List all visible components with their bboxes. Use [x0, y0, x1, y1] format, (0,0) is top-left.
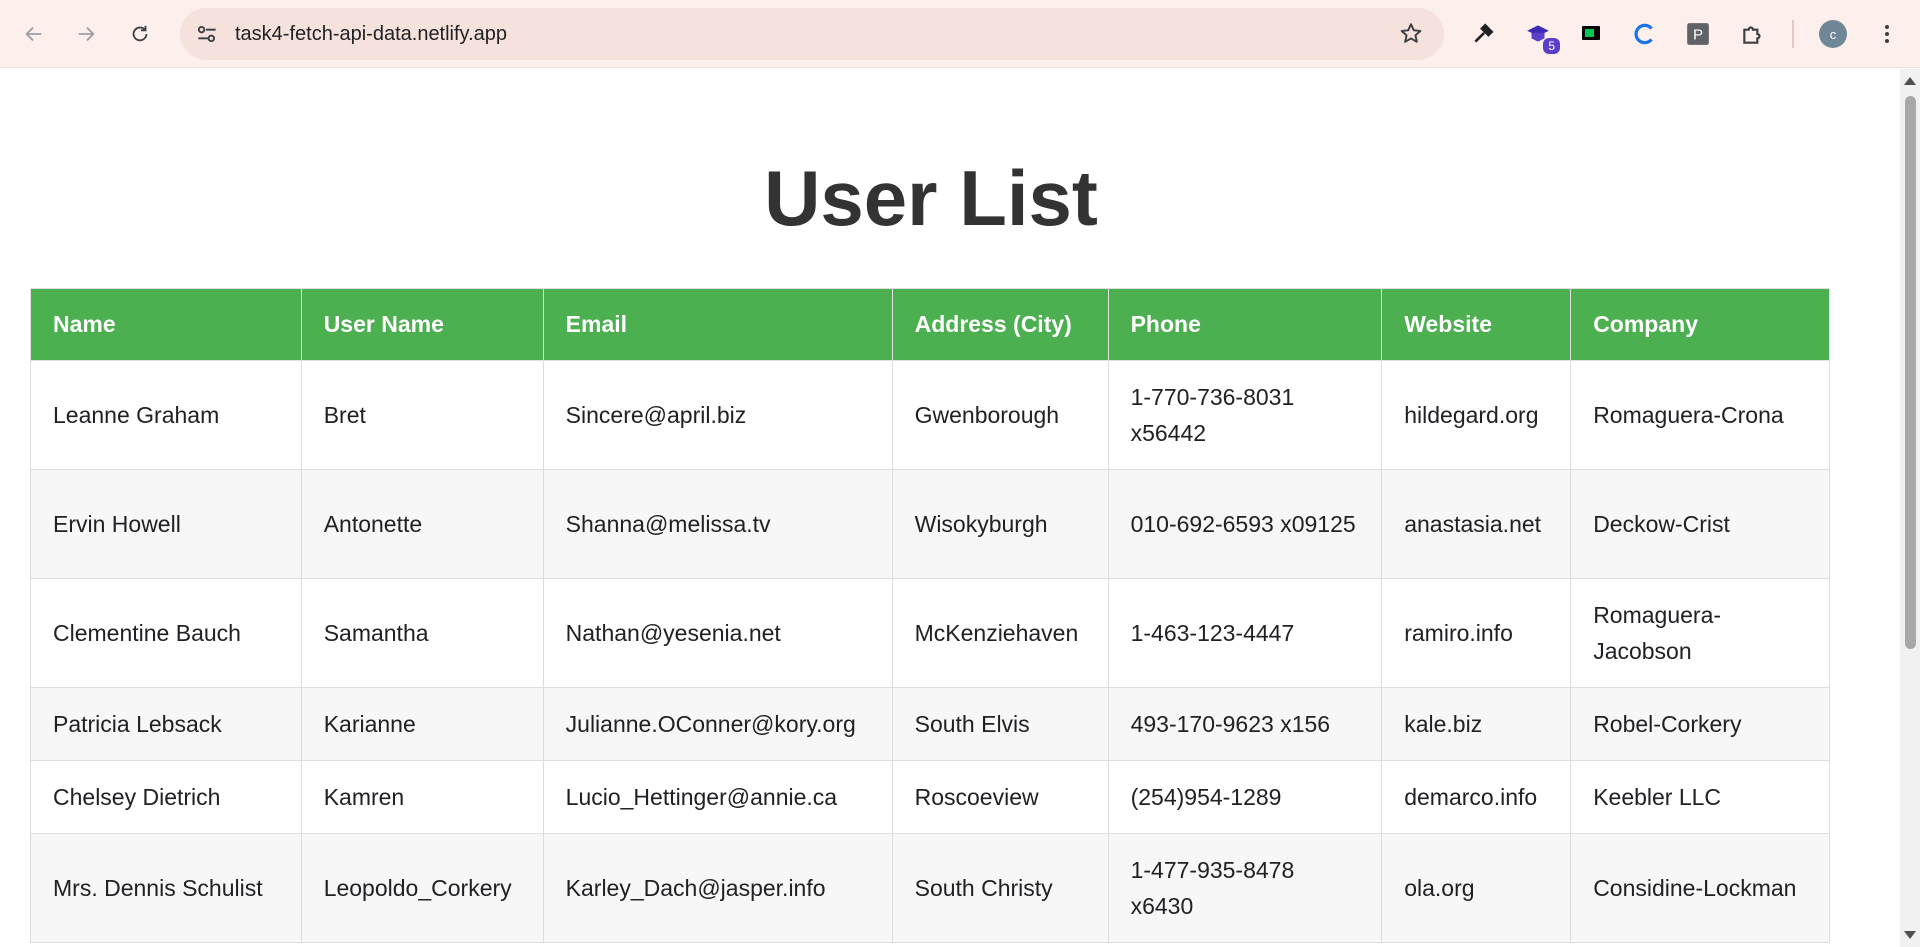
reload-icon [132, 25, 148, 42]
city-cell: South Christy [891, 833, 1109, 943]
scrollbar-thumb[interactable] [1905, 96, 1916, 649]
username-cell: Bret [300, 360, 544, 470]
username-cell: Kamren [300, 760, 544, 834]
address-bar[interactable]: task4-fetch-api-data.netlify.app [180, 8, 1444, 60]
reload-button[interactable] [120, 14, 160, 54]
site-info-icon[interactable] [194, 21, 220, 47]
email-cell: Lucio_Hettinger@annie.ca [542, 760, 893, 834]
email-cell: Julianne.OConner@kory.org [542, 687, 893, 761]
name-cell: Patricia Lebsack [30, 687, 302, 761]
website-cell: anastasia.net [1381, 469, 1572, 579]
back-arrow-icon [25, 26, 42, 42]
c-extension-icon[interactable] [1627, 16, 1663, 52]
website-cell: ramiro.info [1381, 578, 1572, 688]
table-row: Patricia Lebsack Karianne Julianne.OConn… [30, 687, 1830, 761]
table-row: Ervin Howell Antonette Shanna@melissa.tv… [30, 469, 1830, 579]
phone-cell: 1-770-736-8031 x56442 [1107, 360, 1383, 470]
website-cell: kale.biz [1381, 687, 1572, 761]
city-cell: South Elvis [891, 687, 1109, 761]
phone-cell: 1-477-935-8478 x6430 [1107, 833, 1383, 943]
svg-text:P: P [1693, 26, 1703, 43]
forward-arrow-icon [78, 26, 95, 42]
page-content: User List Name User Name Email Address (… [0, 69, 1900, 947]
phone-cell: (254)954-1289 [1107, 760, 1383, 834]
column-header: Address (City) [891, 288, 1109, 361]
column-header: Company [1570, 288, 1830, 361]
back-button[interactable] [14, 14, 54, 54]
column-header: Phone [1107, 288, 1383, 361]
page-title: User List [764, 154, 1098, 242]
url-text[interactable]: task4-fetch-api-data.netlify.app [235, 23, 507, 46]
graduation-cap-extension-icon[interactable]: 5 [1520, 16, 1560, 54]
website-cell: hildegard.org [1381, 360, 1572, 470]
email-cell: Sincere@april.biz [542, 360, 893, 470]
company-cell: Considine-Lockman [1570, 833, 1830, 943]
city-cell: Roscoeview [891, 760, 1109, 834]
table-row: Mrs. Dennis Schulist Leopoldo_Corkery Ka… [30, 833, 1830, 943]
phone-cell: 493-170-9623 x156 [1107, 687, 1383, 761]
website-cell: ola.org [1381, 833, 1572, 943]
name-cell: Mrs. Dennis Schulist [30, 833, 302, 943]
table-header-row: Name User Name Email Address (City) Phon… [30, 288, 1830, 361]
table-row: Chelsey Dietrich Kamren Lucio_Hettinger@… [30, 760, 1830, 834]
company-cell: Robel-Corkery [1570, 687, 1830, 761]
scroll-up-arrow-icon[interactable] [1904, 77, 1916, 85]
website-cell: demarco.info [1381, 760, 1572, 834]
name-cell: Clementine Bauch [30, 578, 302, 688]
city-cell: Gwenborough [891, 360, 1109, 470]
forward-button[interactable] [66, 14, 106, 54]
name-cell: Chelsey Dietrich [30, 760, 302, 834]
username-cell: Samantha [300, 578, 544, 688]
column-header: Email [542, 288, 893, 361]
company-cell: Keebler LLC [1570, 760, 1830, 834]
toolbar-divider [1792, 20, 1794, 48]
profile-avatar[interactable]: c [1819, 20, 1847, 48]
extensions-puzzle-icon[interactable] [1735, 16, 1771, 52]
phone-cell: 1-463-123-4447 [1107, 578, 1383, 688]
name-cell: Ervin Howell [30, 469, 302, 579]
username-cell: Antonette [300, 469, 544, 579]
chat-extension-icon[interactable] [1573, 16, 1609, 52]
user-table: Name User Name Email Address (City) Phon… [30, 288, 1830, 943]
column-header: User Name [300, 288, 544, 361]
email-cell: Nathan@yesenia.net [542, 578, 893, 688]
extension-badge: 5 [1543, 38, 1560, 54]
phone-cell: 010-692-6593 x09125 [1107, 469, 1383, 579]
city-cell: Wisokyburgh [891, 469, 1109, 579]
username-cell: Karianne [300, 687, 544, 761]
eyedropper-extension-icon[interactable] [1465, 16, 1501, 52]
name-cell: Leanne Graham [30, 360, 302, 470]
company-cell: Romaguera-Jacobson [1570, 578, 1830, 688]
vertical-scrollbar[interactable] [1900, 69, 1920, 947]
more-menu-icon[interactable] [1869, 16, 1905, 52]
column-header: Name [30, 288, 302, 361]
p-extension-icon[interactable]: P [1680, 16, 1716, 52]
email-cell: Shanna@melissa.tv [542, 469, 893, 579]
table-row: Leanne Graham Bret Sincere@april.biz Gwe… [30, 360, 1830, 470]
company-cell: Deckow-Crist [1570, 469, 1830, 579]
company-cell: Romaguera-Crona [1570, 360, 1830, 470]
username-cell: Leopoldo_Corkery [300, 833, 544, 943]
browser-toolbar: task4-fetch-api-data.netlify.app 5 P c [0, 0, 1920, 68]
email-cell: Karley_Dach@jasper.info [542, 833, 893, 943]
bookmark-star-icon[interactable] [1398, 21, 1424, 47]
column-header: Website [1381, 288, 1572, 361]
city-cell: McKenziehaven [891, 578, 1109, 688]
table-row: Clementine Bauch Samantha Nathan@yesenia… [30, 578, 1830, 688]
scroll-down-arrow-icon[interactable] [1904, 931, 1916, 939]
